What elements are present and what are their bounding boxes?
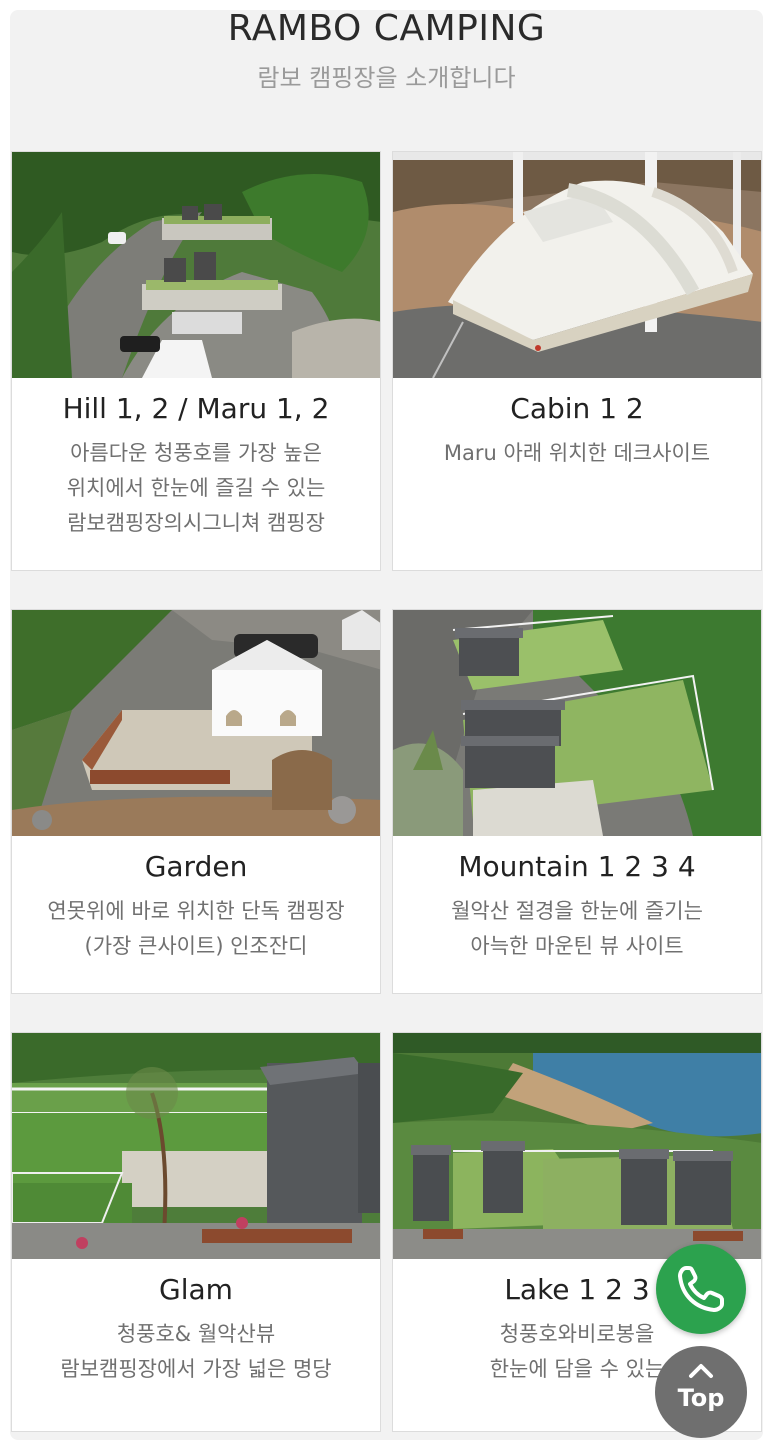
site-name: Mountain 1 2 3 4: [458, 850, 696, 883]
site-description: 월악산 절경을 한눈에 즐기는 아늑한 마운틴 뷰 사이트: [393, 894, 761, 964]
site-description-line: 아름다운 청풍호를 가장 높은: [70, 441, 322, 465]
site-description: 아름다운 청풍호를 가장 높은 위치에서 한눈에 즐길 수 있는 람보캠핑장의시…: [12, 436, 380, 541]
site-description-line: Maru 아래 위치한 데크사이트: [443, 441, 711, 465]
chevron-up-icon: [655, 1358, 747, 1384]
site-card-cabin[interactable]: Cabin 1 2 Maru 아래 위치한 데크사이트: [392, 151, 762, 571]
page-subtitle: 람보 캠핑장을 소개합니다: [257, 64, 516, 92]
site-description-line: 월악산 절경을 한눈에 즐기는: [451, 899, 703, 923]
site-card-garden[interactable]: Garden 연못위에 바로 위치한 단독 캠핑장 (가장 큰사이트) 인조잔디: [11, 609, 381, 994]
site-description-line: 청풍호& 월악산뷰: [116, 1322, 276, 1346]
site-description-line: (가장 큰사이트) 인조잔디: [84, 934, 308, 958]
site-description-line: 연못위에 바로 위치한 단독 캠핑장: [47, 899, 345, 923]
site-name: Hill 1, 2 / Maru 1, 2: [62, 392, 330, 425]
site-description-line: 람보캠핑장의시그니쳐 캠핑장: [67, 511, 325, 535]
site-photo-lake: [393, 1033, 761, 1259]
site-photo-mountain: [393, 610, 761, 836]
scroll-top-label: Top: [677, 1384, 725, 1412]
site-description-line: 아늑한 마운틴 뷰 사이트: [470, 934, 684, 958]
site-name: Garden: [144, 850, 248, 883]
site-photo-hill-maru: [12, 152, 380, 378]
scroll-top-button[interactable]: Top: [655, 1346, 747, 1438]
site-photo-glam: [12, 1033, 380, 1259]
site-card-hill-maru[interactable]: Hill 1, 2 / Maru 1, 2 아름다운 청풍호를 가장 높은 위치…: [11, 151, 381, 571]
site-description-line: 위치에서 한눈에 즐길 수 있는: [66, 476, 326, 500]
phone-icon: [678, 1266, 724, 1312]
site-description-line: 람보캠핑장에서 가장 넓은 명당: [60, 1357, 332, 1381]
site-name: Glam: [159, 1273, 233, 1306]
call-button[interactable]: [656, 1244, 746, 1334]
site-card-mountain[interactable]: Mountain 1 2 3 4 월악산 절경을 한눈에 즐기는 아늑한 마운틴…: [392, 609, 762, 994]
site-photo-cabin: [393, 152, 761, 378]
site-card-glam[interactable]: Glam 청풍호& 월악산뷰 람보캠핑장에서 가장 넓은 명당: [11, 1032, 381, 1432]
site-photo-garden: [12, 610, 380, 836]
page-title: RAMBO CAMPING: [227, 8, 546, 49]
site-description: Maru 아래 위치한 데크사이트: [393, 436, 761, 471]
site-description: 연못위에 바로 위치한 단독 캠핑장 (가장 큰사이트) 인조잔디: [12, 894, 380, 964]
site-name: Cabin 1 2: [510, 392, 644, 425]
site-description: 청풍호& 월악산뷰 람보캠핑장에서 가장 넓은 명당: [12, 1317, 380, 1387]
